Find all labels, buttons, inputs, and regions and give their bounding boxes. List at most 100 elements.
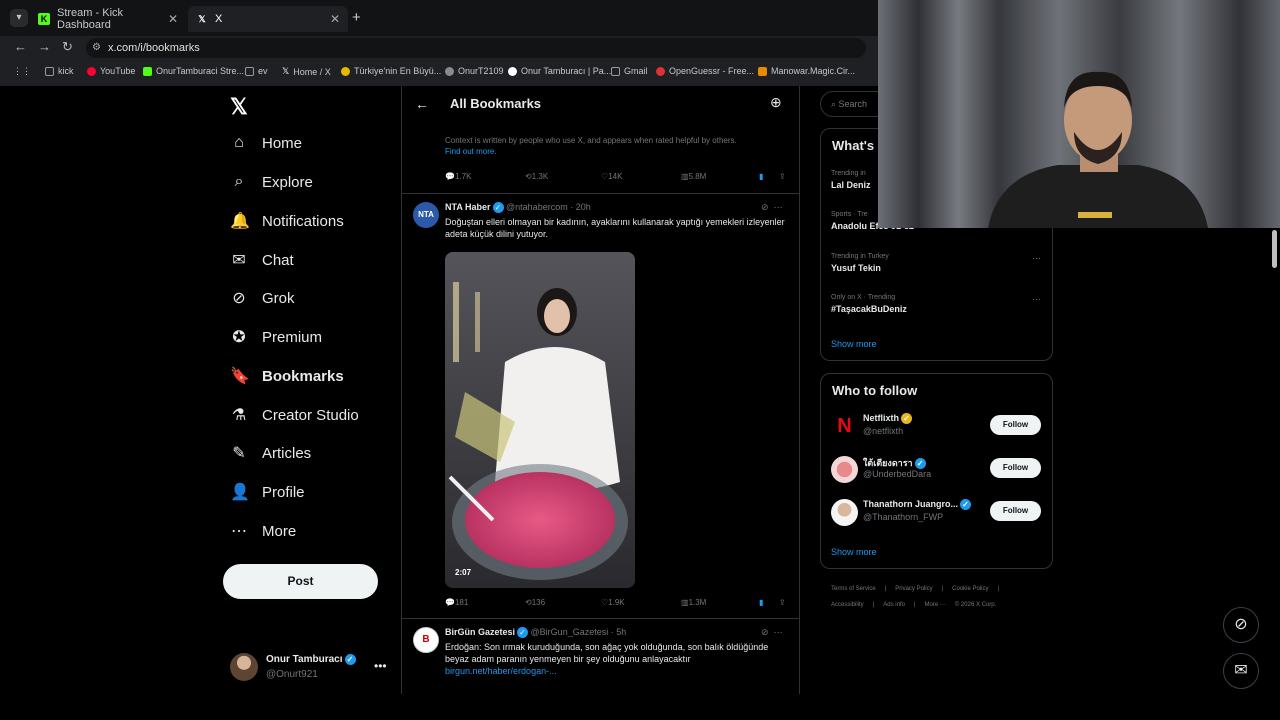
nav-chat[interactable]: ✉ Chat [230, 247, 293, 273]
site-info-icon[interactable]: ⚙ [92, 38, 101, 58]
page-title: All Bookmarks [450, 96, 542, 111]
nav-grok[interactable]: ⊘ Grok [230, 285, 294, 311]
author-handle[interactable]: @BirGun_Gazetesi · 5h [531, 627, 627, 637]
bookmark-item[interactable]: Türkiye'nin En Büyü... [341, 66, 441, 76]
more-icon[interactable]: ⋯ [774, 202, 783, 212]
cookie-link[interactable]: Cookie Policy [952, 586, 988, 592]
tab-kick-dashboard[interactable]: K Stream - Kick Dashboard ✕ [30, 6, 186, 32]
follow-suggestion[interactable]: N Netflixth ✓ @netflixth Follow [831, 413, 1043, 445]
scrollbar[interactable] [1272, 230, 1277, 268]
author-name[interactable]: NTA Haber [445, 202, 491, 212]
folder-icon [45, 66, 54, 76]
find-out-more-link[interactable]: Find out more. [445, 146, 785, 157]
bookmark-item[interactable]: ev [245, 66, 268, 76]
trend-item[interactable]: Trending in Turkey Yusuf Tekin ⋯ [831, 253, 1041, 273]
close-tab-icon[interactable]: ✕ [168, 12, 178, 26]
terms-link[interactable]: Terms of Service [831, 586, 876, 592]
nav-creator-studio[interactable]: ⚗ Creator Studio [230, 402, 359, 428]
ads-info-link[interactable]: Ads info [883, 602, 905, 608]
accessibility-link[interactable]: Accessibility [831, 602, 864, 608]
messages-icon[interactable]: ✉ [1223, 653, 1259, 689]
views-button[interactable]: ▥ 5.8M [681, 172, 706, 181]
show-more-link[interactable]: Show more [831, 547, 877, 557]
back-arrow-icon[interactable]: ← [415, 96, 429, 112]
bookmark-item[interactable]: Gmail [611, 66, 648, 76]
grok-icon[interactable]: ⊘ [761, 627, 769, 637]
new-folder-icon[interactable]: ⊕ [770, 94, 782, 111]
reply-button[interactable]: 💬 181 [445, 598, 468, 607]
author-handle[interactable]: @ntahabercom · 20h [506, 202, 591, 212]
show-more-link[interactable]: Show more [831, 339, 877, 349]
grok-icon[interactable]: ⊘ [761, 202, 769, 212]
new-tab-button[interactable]: + [352, 9, 361, 26]
trend-item[interactable]: Only on X · Trending #TaşacakBuDeniz ⋯ [831, 294, 1041, 314]
bookmark-item[interactable]: OpenGuessr - Free... [656, 66, 754, 76]
like-button[interactable]: ♡ 1.9K [601, 598, 625, 607]
x-logo-icon[interactable]: 𝕏 [230, 94, 248, 120]
tweet-menu[interactable]: ⊘ ⋯ [761, 627, 783, 638]
tweet-menu[interactable]: ⊘ ⋯ [761, 202, 783, 213]
site-icon [445, 66, 454, 76]
repost-button[interactable]: ⟲ 136 [525, 598, 545, 607]
nav-home[interactable]: ⌂ Home [230, 130, 302, 156]
nav-premium[interactable]: ✪ Premium [230, 324, 322, 350]
profile-icon: 👤 [230, 484, 250, 501]
grok-icon[interactable]: ⊘ [1223, 607, 1259, 643]
account-switcher[interactable]: Onur Tamburacı ✓ @Onurt921 ••• [230, 651, 395, 685]
follow-button[interactable]: Follow [990, 415, 1041, 435]
like-button[interactable]: ♡ 14K [601, 172, 622, 181]
follow-button[interactable]: Follow [990, 458, 1041, 478]
nav-notifications[interactable]: 🔔 Notifications [230, 208, 344, 234]
bookmark-item[interactable]: OnurT2109 [445, 66, 504, 76]
tweet-video[interactable]: 2:07 [445, 252, 635, 588]
more-icon[interactable]: ⋯ [1032, 253, 1041, 264]
more-icon[interactable]: ••• [374, 659, 387, 673]
bookmark-icon[interactable]: ▮ [759, 172, 763, 181]
share-icon[interactable]: ⇪ [779, 598, 786, 607]
close-tab-icon[interactable]: ✕ [330, 12, 340, 26]
kick-icon: K [38, 13, 50, 25]
bookmark-item[interactable]: OnurTamburaci Stre... [143, 66, 244, 76]
nav-articles[interactable]: ✎ Articles [230, 440, 311, 466]
home-icon: ⌂ [234, 134, 244, 151]
bookmark-icon[interactable]: ▮ [759, 598, 763, 607]
address-bar[interactable]: ⚙ x.com/i/bookmarks [86, 38, 866, 58]
nav-explore[interactable]: ⌕ Explore [230, 169, 313, 195]
avatar [831, 456, 858, 483]
repost-button[interactable]: ⟲ 1.3K [525, 172, 548, 181]
nav-bookmarks[interactable]: 🔖 Bookmarks [230, 363, 344, 389]
bookmark-item[interactable]: kick [45, 66, 74, 76]
more-icon[interactable]: ⋯ [1032, 294, 1041, 305]
avatar[interactable]: B [413, 627, 439, 653]
bookmarks-bar: ⋮⋮ kick YouTube OnurTamburaci Stre... ev… [0, 62, 878, 82]
author-name[interactable]: BirGün Gazetesi [445, 627, 515, 637]
follow-suggestion[interactable]: ใต้เตียงดารา ✓ @UnderbedDara Follow [831, 456, 1043, 488]
article-icon: ✎ [232, 445, 246, 462]
reload-icon[interactable]: ↻ [62, 39, 73, 55]
bookmark-item[interactable]: YouTube [87, 66, 135, 76]
apps-icon[interactable]: ⋮⋮ [13, 66, 31, 77]
verified-badge-icon: ✓ [517, 627, 529, 639]
privacy-link[interactable]: Privacy Policy [895, 586, 932, 592]
tab-search-icon[interactable]: ▾ [10, 9, 28, 27]
bookmark-item[interactable]: Onur Tamburacı | Pa... [508, 66, 611, 76]
tab-x[interactable]: 𝕏 X ✕ [188, 6, 348, 32]
post-button[interactable]: Post [223, 564, 378, 599]
share-icon[interactable]: ⇪ [779, 172, 786, 181]
divider [402, 618, 799, 619]
nav-more[interactable]: ⋯ More [230, 518, 296, 544]
views-button[interactable]: ▥ 1.3M [681, 598, 706, 607]
avatar[interactable]: NTA [413, 202, 439, 228]
bookmark-item[interactable]: 𝕏 Home / X [282, 66, 331, 77]
more-icon[interactable]: ⋯ [774, 627, 783, 637]
follow-button[interactable]: Follow [990, 501, 1041, 521]
bookmark-item[interactable]: Manowar.Magic.Cir... [758, 66, 855, 76]
more-link[interactable]: More ··· [925, 602, 946, 608]
kick-icon [143, 66, 152, 76]
nav-profile[interactable]: 👤 Profile [230, 479, 305, 505]
forward-icon[interactable]: → [38, 39, 51, 54]
follow-suggestion[interactable]: Thanathorn Juangro... ✓ @Thanathorn_FWP F… [831, 499, 1043, 531]
back-icon[interactable]: ← [14, 39, 27, 54]
reply-button[interactable]: 💬 1.7K [445, 172, 471, 181]
article-link[interactable]: birgun.net/haber/erdogan-... [445, 665, 791, 677]
